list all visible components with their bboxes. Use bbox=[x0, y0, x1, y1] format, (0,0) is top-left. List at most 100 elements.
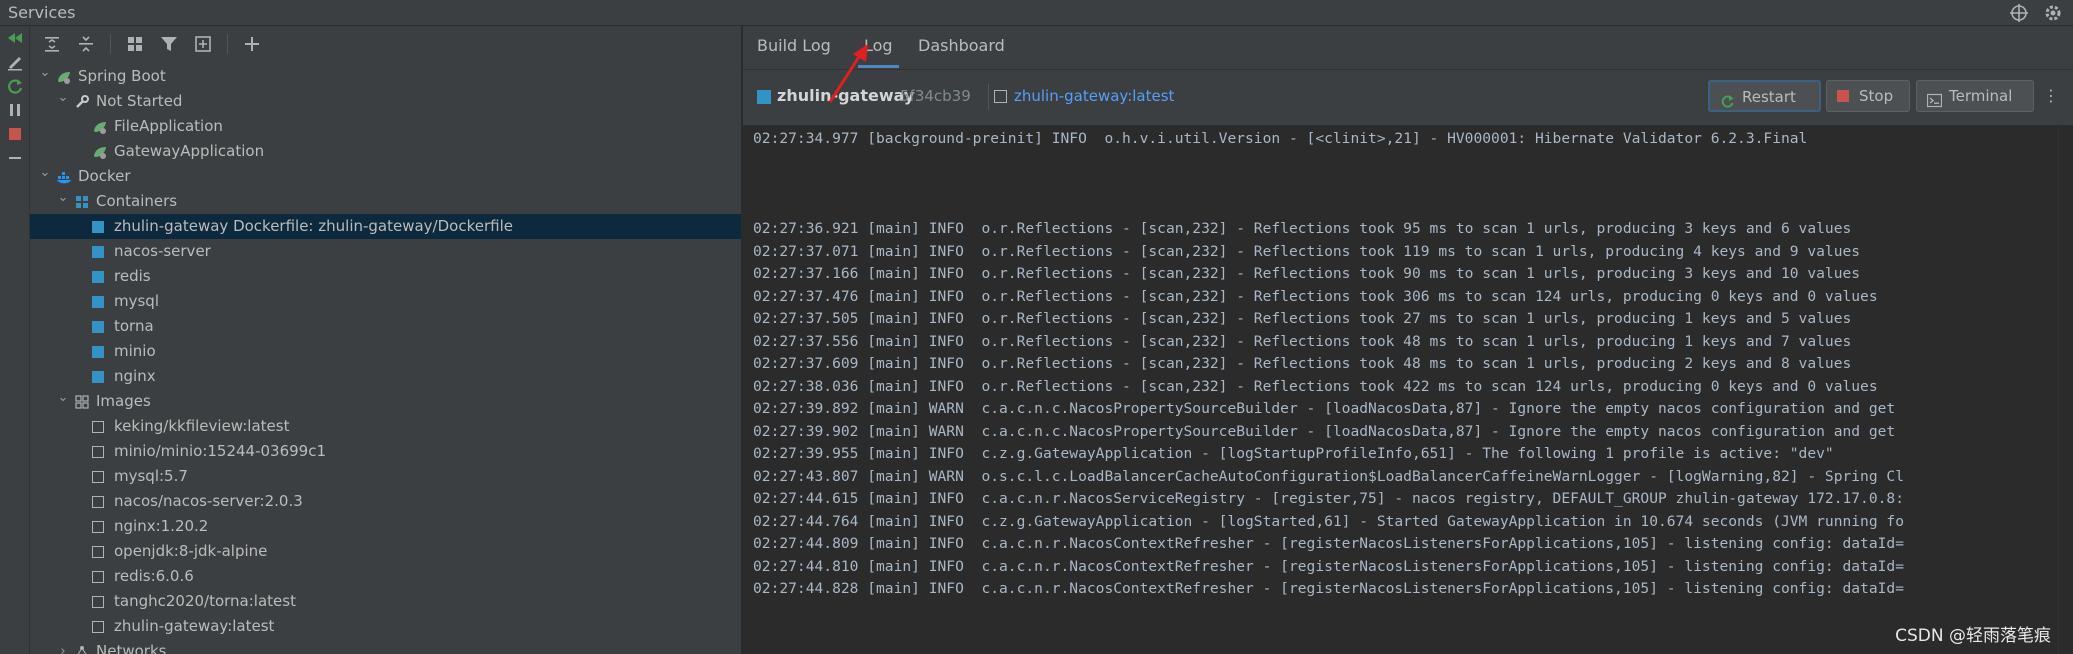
restart-button[interactable]: Restart bbox=[1708, 80, 1821, 112]
container-status-icon bbox=[757, 90, 771, 104]
tree-row[interactable]: › Networks bbox=[30, 639, 741, 654]
tab-bar: Build Log Log Dashboard bbox=[743, 26, 2073, 70]
tree-row[interactable]: nacos/nacos-server:2.0.3 bbox=[30, 489, 741, 514]
tree-row[interactable]: nacos-server bbox=[30, 239, 741, 264]
log-line: 02:27:43.807 [main] WARN o.s.c.l.c.LoadB… bbox=[753, 467, 1904, 485]
tree-row-label: tanghc2020/torna:latest bbox=[114, 592, 296, 610]
tree-row-label: Containers bbox=[96, 192, 178, 210]
add-service-icon[interactable] bbox=[242, 34, 262, 54]
chevron-down-icon[interactable]: ⌄ bbox=[56, 385, 70, 410]
edit-configuration-icon[interactable] bbox=[5, 52, 25, 72]
log-line: 02:27:44.828 [main] INFO c.a.c.n.r.Nacos… bbox=[753, 580, 1904, 597]
tree-row[interactable]: minio/minio:15244-03699c1 bbox=[30, 439, 741, 464]
tree-row[interactable]: ⌄ Not Started bbox=[30, 89, 741, 114]
tree-row-label: Spring Boot bbox=[78, 67, 166, 85]
stop-icon bbox=[1837, 90, 1849, 102]
tree-row[interactable]: GatewayApplication bbox=[30, 139, 741, 164]
minimize-icon[interactable] bbox=[5, 148, 25, 168]
tree-row-label: nacos/nacos-server:2.0.3 bbox=[114, 492, 303, 510]
tree-row-label: zhulin-gateway Dockerfile: zhulin-gatewa… bbox=[114, 217, 513, 235]
stop-label: Stop bbox=[1859, 87, 1894, 105]
log-line: 02:27:44.615 [main] INFO c.a.c.n.r.Nacos… bbox=[753, 490, 1904, 507]
tree-row-label: Docker bbox=[78, 167, 131, 185]
tree-row[interactable]: openjdk:8-jdk-alpine bbox=[30, 539, 741, 564]
new-tab-icon[interactable] bbox=[193, 34, 213, 54]
log-line: 02:27:44.764 [main] INFO c.z.g.GatewayAp… bbox=[753, 512, 1904, 530]
containers-icon bbox=[74, 193, 90, 209]
image-icon bbox=[92, 471, 104, 483]
tree-row[interactable]: torna bbox=[30, 314, 741, 339]
tree-row[interactable]: keking/kkfileview:latest bbox=[30, 414, 741, 439]
stop-icon[interactable] bbox=[5, 124, 25, 144]
chevron-down-icon[interactable]: ⌄ bbox=[56, 85, 70, 110]
chevron-down-icon[interactable]: ⌄ bbox=[38, 60, 52, 85]
log-console[interactable]: 02:27:34.977 [background-preinit] INFO o… bbox=[743, 125, 2058, 654]
tab-dashboard[interactable]: Dashboard bbox=[918, 36, 1005, 65]
tree-row-label: zhulin-gateway:latest bbox=[114, 617, 275, 635]
tree-row[interactable]: FileApplication bbox=[30, 114, 741, 139]
tree-row[interactable]: nginx:1.20.2 bbox=[30, 514, 741, 539]
stop-button[interactable]: Stop bbox=[1826, 80, 1910, 112]
spring-app-icon bbox=[92, 118, 108, 134]
gear-icon[interactable] bbox=[2043, 3, 2063, 23]
rerun-icon[interactable] bbox=[5, 28, 25, 48]
tree-row-label: keking/kkfileview:latest bbox=[114, 417, 290, 435]
image-icon bbox=[92, 571, 104, 583]
tree-row-label: redis:6.0.6 bbox=[114, 567, 194, 585]
restart-label: Restart bbox=[1742, 88, 1796, 106]
tree-row[interactable]: ⌄ Spring Boot bbox=[30, 64, 741, 89]
tree-row[interactable]: nginx bbox=[30, 364, 741, 389]
expand-all-icon[interactable] bbox=[42, 34, 62, 54]
tree-row-label: redis bbox=[114, 267, 151, 285]
services-tree-pane: ⌄ Spring Boot ⌄ Not Started FileApplication G… bbox=[30, 26, 742, 654]
services-tree: ⌄ Spring Boot ⌄ Not Started FileApplication G… bbox=[30, 64, 741, 654]
tree-row-label: openjdk:8-jdk-alpine bbox=[114, 542, 268, 560]
terminal-button[interactable]: Terminal bbox=[1916, 80, 2034, 112]
tree-row[interactable]: zhulin-gateway:latest bbox=[30, 614, 741, 639]
crosshair-icon[interactable] bbox=[2009, 3, 2029, 23]
tree-row[interactable]: mysql bbox=[30, 289, 741, 314]
header-separator bbox=[988, 84, 989, 110]
log-line: 02:27:37.609 [main] INFO o.r.Reflections… bbox=[753, 355, 1852, 372]
tree-row[interactable]: tanghc2020/torna:latest bbox=[30, 589, 741, 614]
log-line: 02:27:37.071 [main] INFO o.r.Reflections… bbox=[753, 242, 1861, 260]
tree-row[interactable]: minio bbox=[30, 339, 741, 364]
filter-icon[interactable] bbox=[159, 34, 179, 54]
tree-row[interactable]: mysql:5.7 bbox=[30, 464, 741, 489]
spring-app-icon bbox=[92, 143, 108, 159]
chevron-down-icon[interactable]: ⌄ bbox=[56, 185, 70, 210]
log-line: 02:27:39.902 [main] WARN c.a.c.n.c.Nacos… bbox=[753, 422, 1896, 440]
group-by-icon[interactable] bbox=[125, 34, 145, 54]
tree-row-label: nginx bbox=[114, 367, 156, 385]
tree-row-label: Images bbox=[96, 392, 151, 410]
tree-row[interactable]: ⌄ Images bbox=[30, 389, 741, 414]
container-id: 5f34cb39 bbox=[900, 87, 971, 105]
tree-row-label: mysql:5.7 bbox=[114, 467, 188, 485]
services-titlebar: Services bbox=[0, 0, 2073, 26]
image-icon bbox=[92, 546, 104, 558]
pause-icon[interactable] bbox=[5, 100, 25, 120]
tree-row[interactable]: ⌄ Containers bbox=[30, 189, 741, 214]
toolbar-separator bbox=[110, 34, 111, 54]
tree-row-label: FileApplication bbox=[114, 117, 223, 135]
tree-row-label: nacos-server bbox=[114, 242, 211, 260]
restart-icon bbox=[1720, 89, 1735, 108]
chevron-down-icon[interactable]: ⌄ bbox=[38, 160, 52, 185]
tree-row[interactable]: redis:6.0.6 bbox=[30, 564, 741, 589]
log-line: 02:27:44.810 [main] INFO c.a.c.n.r.Nacos… bbox=[753, 557, 1904, 575]
tree-row-label: Networks bbox=[96, 642, 167, 654]
terminal-icon bbox=[1926, 88, 1943, 108]
image-link[interactable]: zhulin-gateway:latest bbox=[1014, 87, 1174, 105]
tree-row[interactable]: redis bbox=[30, 264, 741, 289]
chevron-right-icon[interactable]: › bbox=[56, 639, 70, 654]
console-scrollbar[interactable] bbox=[2058, 125, 2073, 654]
restart-icon[interactable] bbox=[5, 76, 25, 96]
collapse-all-icon[interactable] bbox=[76, 34, 96, 54]
log-line: 02:27:37.476 [main] INFO o.r.Reflections… bbox=[753, 287, 1878, 305]
tree-row[interactable]: ⌄ Docker bbox=[30, 164, 741, 189]
overflow-icon[interactable]: ⋮ bbox=[2043, 86, 2059, 105]
tree-row[interactable]: zhulin-gateway Dockerfile: zhulin-gatewa… bbox=[30, 214, 741, 239]
log-line: 02:27:39.955 [main] INFO c.z.g.GatewayAp… bbox=[753, 445, 1834, 462]
container-icon bbox=[92, 371, 104, 383]
wrench-icon bbox=[74, 93, 90, 109]
